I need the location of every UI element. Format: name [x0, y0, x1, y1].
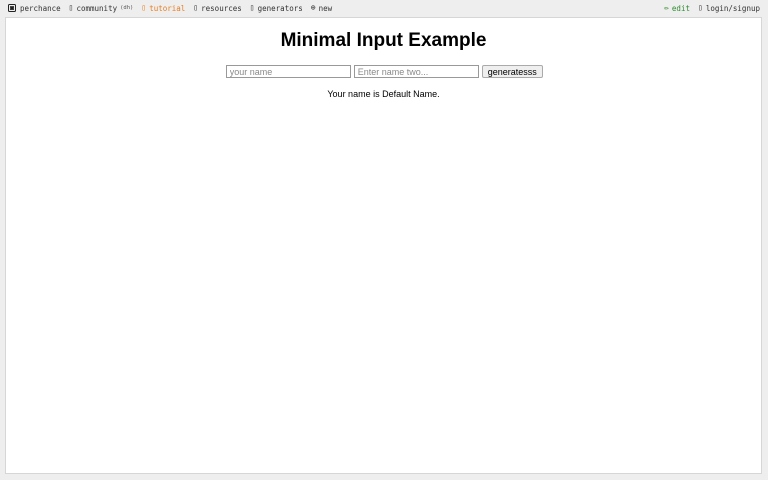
- nav-community[interactable]: ▯ community (dh): [69, 4, 134, 13]
- input-form-row: generatesss: [6, 65, 761, 78]
- link-icon: ▯: [193, 3, 199, 12]
- nav-community-label: community: [76, 3, 118, 13]
- user-icon: ▯: [697, 3, 703, 12]
- nav-resources-label: resources: [201, 3, 242, 13]
- nav-generators-label: generators: [257, 3, 303, 13]
- top-nav-right: ✏ edit ▯ login/signup: [664, 4, 768, 13]
- output-text: Your name is Default Name.: [327, 89, 440, 99]
- chat-bubble-icon: ▯: [68, 3, 74, 12]
- pencil-icon: ✏: [664, 3, 669, 12]
- nav-login-label: login/signup: [705, 3, 760, 13]
- dice-icon: [8, 4, 16, 12]
- name-input[interactable]: [225, 65, 351, 78]
- nav-resources[interactable]: ▯ resources: [193, 4, 241, 13]
- top-nav-bar: perchance ▯ community (dh) ▯ tutorial ▯ …: [0, 0, 768, 16]
- page-title: Minimal Input Example: [280, 30, 487, 51]
- generate-button[interactable]: generatesss: [481, 65, 543, 78]
- nav-brand-label: perchance: [20, 3, 61, 13]
- nav-edit[interactable]: ✏ edit: [664, 4, 690, 13]
- grid-icon: ▯: [249, 3, 255, 12]
- nav-generators[interactable]: ▯ generators: [250, 4, 303, 13]
- plus-circle-icon: ⊕: [310, 3, 316, 12]
- nav-tutorial[interactable]: ▯ tutorial: [141, 4, 185, 13]
- nav-home-perchance[interactable]: perchance: [8, 4, 61, 13]
- nav-tutorial-label: tutorial: [149, 3, 186, 13]
- top-nav-left: perchance ▯ community (dh) ▯ tutorial ▯ …: [0, 4, 340, 13]
- nav-community-note: (dh): [120, 5, 134, 11]
- name-two-input[interactable]: [353, 65, 479, 78]
- book-icon: ▯: [141, 3, 147, 12]
- nav-new-label: new: [318, 3, 333, 13]
- nav-login-signup[interactable]: ▯ login/signup: [698, 4, 760, 13]
- nav-edit-label: edit: [671, 3, 690, 13]
- generator-output-panel: Minimal Input Example generatesss Your n…: [5, 17, 762, 474]
- nav-new[interactable]: ⊕ new: [311, 4, 332, 13]
